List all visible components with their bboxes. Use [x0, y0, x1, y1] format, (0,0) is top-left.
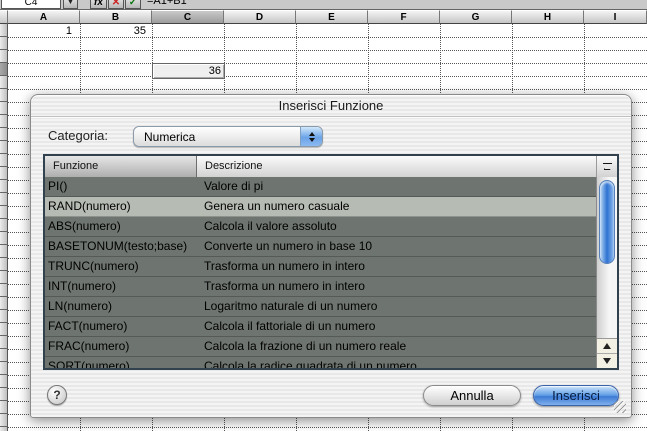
column-headers: A B C D E F G H I: [0, 10, 647, 24]
cell-reference-dropdown-icon[interactable]: ▼: [63, 0, 78, 9]
select-all-corner[interactable]: [0, 10, 8, 24]
function-description: Calcola la frazione di un numero reale: [197, 337, 596, 356]
function-row[interactable]: PI()Valore di pi: [45, 177, 596, 197]
formula-input[interactable]: =A1+B1: [147, 0, 187, 9]
cell-a1-value[interactable]: 1: [10, 25, 72, 37]
function-description: Calcola la radice quadrata di un numero: [197, 357, 596, 368]
function-row[interactable]: SQRT(numero)Calcola la radice quadrata d…: [45, 357, 596, 368]
accept-entry-icon[interactable]: ✓: [125, 0, 141, 9]
function-description: Trasforma un numero in intero: [197, 257, 596, 276]
function-row[interactable]: INT(numero)Trasforma un numero in intero: [45, 277, 596, 297]
function-name: LN(numero): [45, 297, 197, 316]
column-header-f[interactable]: F: [368, 10, 440, 24]
column-header-funzione[interactable]: Funzione: [45, 156, 197, 177]
function-name: FRAC(numero): [45, 337, 197, 356]
column-header-d[interactable]: D: [224, 10, 296, 24]
help-button[interactable]: ?: [47, 385, 67, 405]
resize-grip-icon[interactable]: [614, 401, 626, 413]
function-row[interactable]: FACT(numero)Calcola il fattoriale di un …: [45, 317, 596, 337]
dialog-title: Inserisci Funzione: [31, 95, 631, 117]
function-list-header: Funzione Descrizione: [45, 156, 617, 177]
function-name: TRUNC(numero): [45, 257, 197, 276]
scroll-down-button[interactable]: [597, 353, 617, 368]
function-row[interactable]: BASETONUM(testo;base)Converte un numero …: [45, 237, 596, 257]
function-description: Converte un numero in base 10: [197, 237, 596, 256]
function-description: Logaritmo naturale di un numero: [197, 297, 596, 316]
scroll-down-icon: [603, 358, 611, 364]
category-label: Categoria:: [48, 128, 108, 143]
cancel-entry-icon[interactable]: ✕: [108, 0, 124, 9]
function-row[interactable]: RAND(numero)Genera un numero casuale: [45, 197, 596, 217]
category-popup-value: Numerica: [144, 127, 195, 147]
sort-order-button[interactable]: [596, 156, 617, 177]
function-description: Valore di pi: [197, 177, 596, 196]
column-header-e[interactable]: E: [296, 10, 368, 24]
column-header-i[interactable]: I: [584, 10, 647, 24]
cell-b1-value[interactable]: 35: [82, 25, 146, 37]
function-name: INT(numero): [45, 277, 197, 296]
column-header-descrizione[interactable]: Descrizione: [197, 156, 596, 177]
function-description: Trasforma un numero in intero: [197, 277, 596, 296]
function-icon[interactable]: fx: [90, 0, 107, 9]
scrollbar-arrows: [597, 338, 617, 368]
column-header-c[interactable]: C: [152, 10, 224, 24]
function-name: PI(): [45, 177, 197, 196]
column-header-b[interactable]: B: [80, 10, 152, 24]
insert-button[interactable]: Inserisci: [533, 385, 619, 406]
insert-function-dialog: Inserisci Funzione Categoria: Numerica F…: [30, 94, 632, 418]
active-cell-c4[interactable]: 36: [152, 63, 225, 79]
function-name: BASETONUM(testo;base): [45, 237, 197, 256]
column-header-g[interactable]: G: [440, 10, 512, 24]
function-row[interactable]: FRAC(numero)Calcola la frazione di un nu…: [45, 337, 596, 357]
sort-order-icon: [603, 163, 612, 164]
column-header-h[interactable]: H: [512, 10, 584, 24]
function-row[interactable]: LN(numero)Logaritmo naturale di un numer…: [45, 297, 596, 317]
cancel-button[interactable]: Annulla: [423, 385, 521, 406]
function-row[interactable]: TRUNC(numero)Trasforma un numero in inte…: [45, 257, 596, 277]
function-description: Calcola il fattoriale di un numero: [197, 317, 596, 336]
scroll-up-button[interactable]: [597, 339, 617, 353]
scrollbar-thumb[interactable]: [599, 180, 615, 264]
function-row[interactable]: ABS(numero)Calcola il valore assoluto: [45, 217, 596, 237]
popup-arrows-icon: [300, 127, 322, 146]
function-list: Funzione Descrizione PI()Valore di piRAN…: [43, 154, 619, 370]
function-description: Calcola il valore assoluto: [197, 217, 596, 236]
formula-bar: C4 ▼ fx ✕ ✓ =A1+B1: [0, 0, 647, 10]
category-popup[interactable]: Numerica: [133, 126, 323, 147]
column-header-a[interactable]: A: [8, 10, 80, 24]
list-scrollbar[interactable]: [596, 177, 617, 368]
function-name: ABS(numero): [45, 217, 197, 236]
cell-reference-box[interactable]: C4: [1, 0, 61, 9]
scroll-up-icon: [603, 343, 611, 349]
function-name: SQRT(numero): [45, 357, 197, 368]
function-description: Genera un numero casuale: [197, 197, 596, 216]
function-name: FACT(numero): [45, 317, 197, 336]
row-headers[interactable]: [0, 24, 8, 431]
function-name: RAND(numero): [45, 197, 197, 216]
function-list-body: PI()Valore di piRAND(numero)Genera un nu…: [45, 177, 596, 368]
